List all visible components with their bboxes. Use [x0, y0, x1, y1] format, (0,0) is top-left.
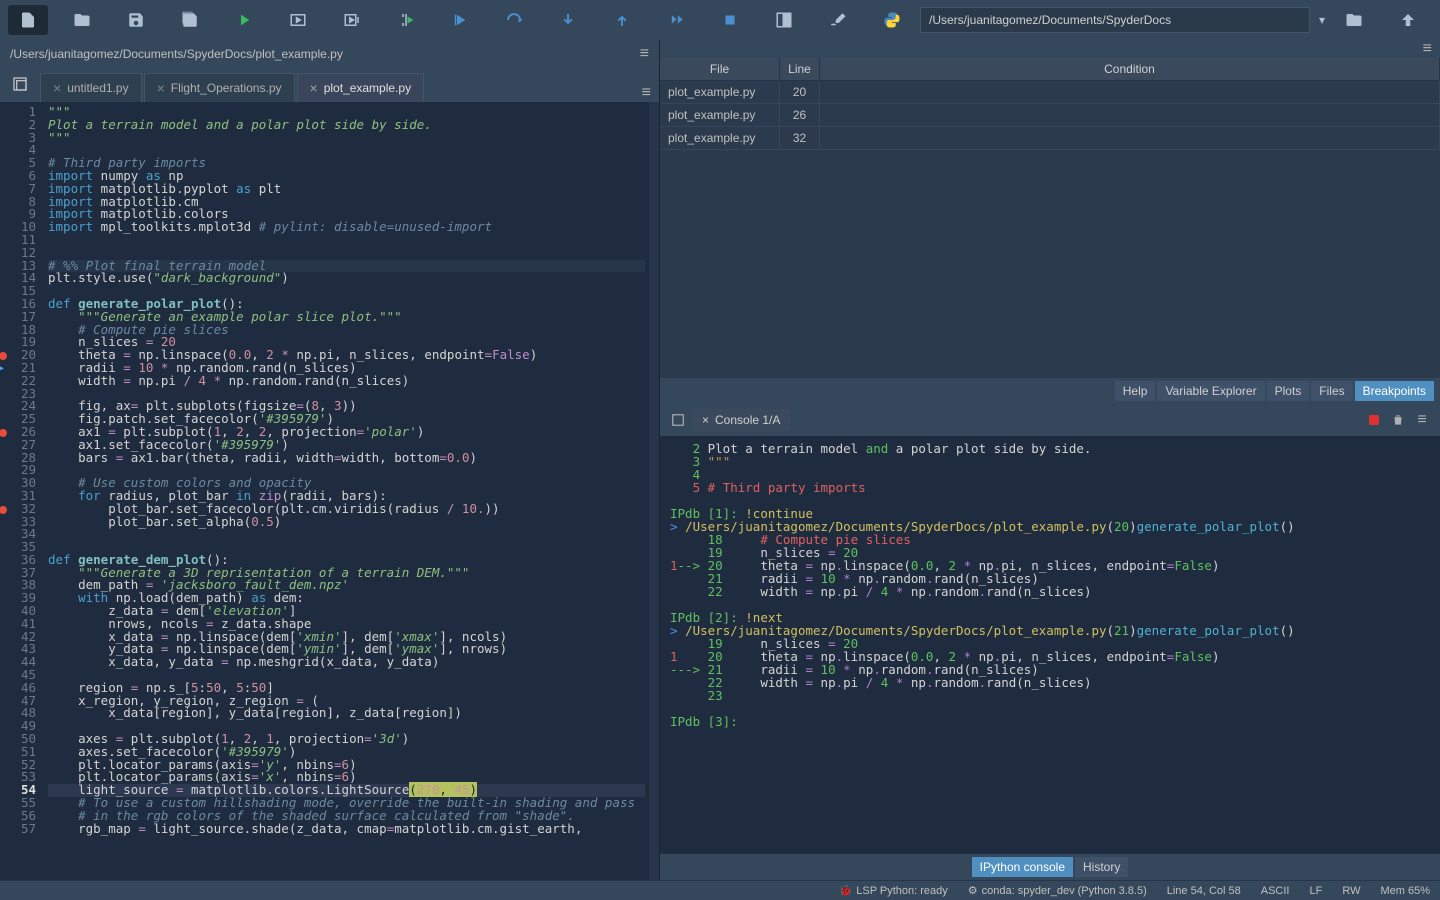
run-button[interactable] — [224, 5, 264, 35]
stop-button[interactable] — [710, 5, 750, 35]
bottom-tab-history[interactable]: History — [1075, 857, 1128, 877]
parent-dir-button[interactable] — [1388, 5, 1428, 35]
editor-menu-icon[interactable]: ≡ — [640, 45, 649, 63]
breakpoints-pane: File Line Condition plot_example.py20plo… — [660, 58, 1440, 378]
run-selection-button[interactable] — [386, 5, 426, 35]
working-dir-input[interactable] — [920, 7, 1310, 33]
breakpoint-row[interactable]: plot_example.py32 — [660, 127, 1440, 150]
pane-tab-variable-explorer[interactable]: Variable Explorer — [1157, 381, 1264, 401]
pane-tab-files[interactable]: Files — [1311, 381, 1352, 401]
step-out-button[interactable] — [602, 5, 642, 35]
bp-col-file[interactable]: File — [660, 58, 780, 80]
editor-filepath-bar: /Users/juanitagomez/Documents/SpyderDocs… — [0, 40, 659, 68]
status-mem: Mem 65% — [1380, 885, 1430, 897]
breakpoint-row[interactable]: plot_example.py20 — [660, 81, 1440, 104]
minimap[interactable] — [649, 102, 659, 880]
editor-tab-plot-example[interactable]: ×plot_example.py — [297, 73, 425, 102]
step-in-button[interactable] — [548, 5, 588, 35]
new-file-button[interactable] — [8, 5, 48, 35]
editor-tab-flight[interactable]: ×Flight_Operations.py — [144, 73, 295, 102]
console-bottom-tabs: IPython consoleHistory — [660, 854, 1440, 880]
editor-tab-untitled[interactable]: ×untitled1.py — [40, 73, 142, 102]
pane-menu-icon[interactable]: ≡ — [1423, 40, 1432, 58]
console-menu-icon[interactable]: ≡ — [1412, 410, 1432, 430]
editor-filepath: /Users/juanitagomez/Documents/SpyderDocs… — [10, 47, 343, 61]
console-tab[interactable]: ×Console 1/A — [692, 409, 790, 431]
status-enc: ASCII — [1261, 885, 1290, 897]
browse-dir-button[interactable] — [1334, 5, 1374, 35]
status-bar: 🐞 LSP Python: ready ⚙ conda: spyder_dev … — [0, 880, 1440, 900]
save-all-button[interactable] — [170, 5, 210, 35]
save-button[interactable] — [116, 5, 156, 35]
status-conda[interactable]: ⚙ conda: spyder_dev (Python 3.8.5) — [968, 884, 1147, 897]
run-cell-advance-button[interactable] — [332, 5, 372, 35]
close-icon[interactable]: × — [53, 80, 61, 96]
pane-tab-breakpoints[interactable]: Breakpoints — [1355, 381, 1434, 401]
close-icon[interactable]: × — [157, 80, 165, 96]
preferences-button[interactable] — [818, 5, 858, 35]
maximize-pane-button[interactable] — [764, 5, 804, 35]
close-icon[interactable]: × — [702, 413, 709, 427]
right-panel: ≡ File Line Condition plot_example.py20p… — [660, 40, 1440, 880]
browse-tabs-icon[interactable] — [12, 76, 28, 95]
close-icon[interactable]: × — [310, 80, 318, 96]
pane-tab-plots[interactable]: Plots — [1267, 381, 1310, 401]
breakpoint-row[interactable]: plot_example.py26 — [660, 104, 1440, 127]
console-output[interactable]: 2 Plot a terrain model and a polar plot … — [660, 436, 1440, 854]
debug-button[interactable] — [440, 5, 480, 35]
console-pane: ×Console 1/A ≡ 2 Plot a terrain model an… — [660, 404, 1440, 880]
bp-col-line[interactable]: Line — [780, 58, 820, 80]
status-eol: LF — [1309, 885, 1322, 897]
python-path-button[interactable] — [872, 5, 912, 35]
status-pos: Line 54, Col 58 — [1167, 885, 1241, 897]
run-cell-button[interactable] — [278, 5, 318, 35]
open-file-button[interactable] — [62, 5, 102, 35]
right-pane-tabs: HelpVariable ExplorerPlotsFilesBreakpoin… — [660, 378, 1440, 404]
editor-tab-bar: ×untitled1.py ×Flight_Operations.py ×plo… — [0, 68, 659, 102]
editor-pane: /Users/juanitagomez/Documents/SpyderDocs… — [0, 40, 660, 880]
trash-icon[interactable] — [1388, 410, 1408, 430]
bp-col-cond[interactable]: Condition — [820, 58, 1440, 80]
dropdown-icon[interactable]: ▾ — [1312, 5, 1332, 35]
console-browse-icon[interactable] — [668, 410, 688, 430]
pane-tab-help[interactable]: Help — [1115, 381, 1156, 401]
debug-step-button[interactable] — [494, 5, 534, 35]
status-rw: RW — [1342, 885, 1360, 897]
record-icon[interactable] — [1364, 410, 1384, 430]
main-toolbar: ▾ — [0, 0, 1440, 40]
continue-button[interactable] — [656, 5, 696, 35]
status-lsp[interactable]: 🐞 LSP Python: ready — [839, 884, 948, 897]
bottom-tab-ipython-console[interactable]: IPython console — [972, 857, 1073, 877]
code-editor[interactable]: 123456789▲1011121314151617181920▶2122232… — [0, 102, 659, 880]
tab-menu-icon[interactable]: ≡ — [642, 84, 651, 102]
